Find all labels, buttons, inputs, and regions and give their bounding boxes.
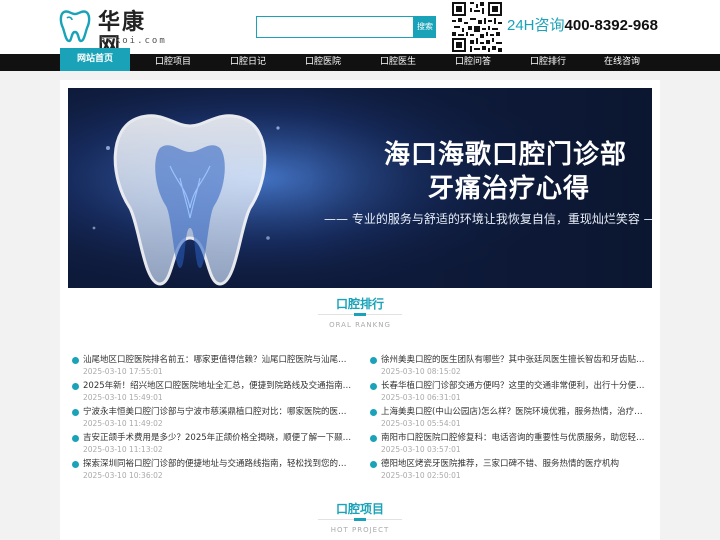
bullet-dot-icon [72, 435, 79, 442]
list-item-title[interactable]: 长春华植口腔门诊部交通方便吗？这里的交通非常便利，出行十分便捷，... [381, 380, 651, 392]
list-item-date: 2025-03-10 08:15:02 [381, 367, 461, 376]
list-item-title[interactable]: 2025年新！绍兴地区口腔医院地址全汇总，便捷到院路线及交通指南，让... [83, 380, 353, 392]
nav-item-online-consult[interactable]: 在线咨询 [582, 54, 662, 71]
logo-domain: hckoi.com [100, 36, 167, 46]
bullet-dot-icon [72, 461, 79, 468]
search-bar: 搜索 [256, 16, 436, 38]
list-item-date: 2025-03-10 10:36:02 [83, 471, 163, 480]
list-item-date: 2025-03-10 02:50:01 [381, 471, 461, 480]
bullet-dot-icon [72, 409, 79, 416]
list-item[interactable]: 上海美奥口腔(中山公园店)怎么样？医院环境优雅，服务热情，治疗结果... 202… [366, 406, 656, 432]
nav-item-oral-qa[interactable]: 口腔问答 [433, 54, 513, 71]
list-item-date: 2025-03-10 15:49:01 [83, 393, 163, 402]
bullet-dot-icon [370, 357, 377, 364]
ranking-section-title[interactable]: 口腔排行 [60, 295, 660, 312]
list-item[interactable]: 汕尾地区口腔医院排名前五：哪家更值得信赖？汕尾口腔医院与汕尾市爱... 2025… [68, 354, 358, 380]
list-item-date: 2025-03-10 11:49:02 [83, 419, 163, 428]
list-item-date: 2025-03-10 11:13:02 [83, 445, 163, 454]
list-item-title[interactable]: 探索深圳同裕口腔门诊部的便捷地址与交通路线指南，轻松找到您的健康... [83, 458, 353, 470]
qr-code-image [452, 2, 502, 52]
list-item[interactable]: 长春华植口腔门诊部交通方便吗？这里的交通非常便利，出行十分便捷，... 2025… [366, 380, 656, 406]
site-logo[interactable]: 华康网 hckoi.com [58, 8, 168, 59]
bullet-dot-icon [72, 383, 79, 390]
list-item-title[interactable]: 宁波永丰恒美口腔门诊部与宁波市慈溪鼎植口腔对比：哪家医院的医生团... [83, 406, 353, 418]
banner-subtitle: 牙痛治疗心得 [428, 174, 591, 204]
bullet-dot-icon [370, 383, 377, 390]
ranking-section-subtitle: ORAL RANKNG [329, 321, 391, 329]
list-item-title[interactable]: 德阳地区烤瓷牙医院推荐，三家口碑不错、服务热情的医疗机构 [381, 458, 651, 470]
hotline-number[interactable]: 400-8392-968 [565, 17, 658, 34]
hotline: 24H咨询400-8392-968 [507, 16, 658, 36]
ranking-list-left: 汕尾地区口腔医院排名前五：哪家更值得信赖？汕尾口腔医院与汕尾市爱... 2025… [68, 354, 358, 484]
list-item[interactable]: 2025年新！绍兴地区口腔医院地址全汇总，便捷到院路线及交通指南，让... 20… [68, 380, 358, 406]
nav-item-home[interactable]: 网站首页 [60, 48, 130, 71]
list-item[interactable]: 宁波永丰恒美口腔门诊部与宁波市慈溪鼎植口腔对比：哪家医院的医生团... 2025… [68, 406, 358, 432]
bullet-dot-icon [370, 435, 377, 442]
list-item-title[interactable]: 徐州美奥口腔的医生团队有哪些？其中张廷凤医生擅长智齿和牙齿贴片，... [381, 354, 651, 366]
nav-item-oral-ranking[interactable]: 口腔排行 [508, 54, 588, 71]
banner-title: 海口海歌口腔门诊部 [384, 140, 628, 170]
project-section-accent [354, 518, 366, 521]
list-item-title[interactable]: 南阳市口腔医院口腔修复科：电话咨询的重要性与优质服务，助您轻松... [381, 432, 651, 444]
list-item[interactable]: 探索深圳同裕口腔门诊部的便捷地址与交通路线指南，轻松找到您的健康... 2025… [68, 458, 358, 484]
ranking-list-right: 徐州美奥口腔的医生团队有哪些？其中张廷凤医生擅长智齿和牙齿贴片，... 2025… [366, 354, 656, 484]
bullet-dot-icon [370, 409, 377, 416]
nav-item-oral-diary[interactable]: 口腔日记 [208, 54, 288, 71]
bullet-dot-icon [72, 357, 79, 364]
site-header: 华康网 hckoi.com 搜索 24H咨询400-8392-968 [0, 0, 720, 59]
banner-slogan: —— 专业的服务与舒适的环境让我恢复自信，重现灿烂笑容 —— [324, 212, 652, 226]
project-section-title[interactable]: 口腔项目 [60, 500, 660, 517]
tooth-logo-icon [59, 10, 91, 43]
list-item[interactable]: 德阳地区烤瓷牙医院推荐，三家口碑不错、服务热情的医疗机构 2025-03-10 … [366, 458, 656, 484]
bullet-dot-icon [370, 461, 377, 468]
list-item-title[interactable]: 吉安正颌手术费用是多少？2025年正颌价格全揭晓，顺便了解一下颞牙槽... [83, 432, 353, 444]
hotline-label: 24H咨询 [507, 17, 565, 34]
list-item-title[interactable]: 上海美奥口腔(中山公园店)怎么样？医院环境优雅，服务热情，治疗结果... [381, 406, 651, 418]
ranking-section-accent [354, 313, 366, 316]
list-item[interactable]: 南阳市口腔医院口腔修复科：电话咨询的重要性与优质服务，助您轻松... 2025-… [366, 432, 656, 458]
list-item[interactable]: 吉安正颌手术费用是多少？2025年正颌价格全揭晓，顺便了解一下颞牙槽... 20… [68, 432, 358, 458]
search-input[interactable] [256, 16, 414, 38]
list-item-date: 2025-03-10 06:31:01 [381, 393, 461, 402]
nav-item-oral-project[interactable]: 口腔项目 [132, 54, 214, 71]
list-item-title[interactable]: 汕尾地区口腔医院排名前五：哪家更值得信赖？汕尾口腔医院与汕尾市爱... [83, 354, 353, 366]
nav-item-oral-doctor[interactable]: 口腔医生 [358, 54, 438, 71]
search-button[interactable]: 搜索 [414, 16, 436, 38]
list-item-date: 2025-03-10 03:57:01 [381, 445, 461, 454]
project-section-subtitle: HOT PROJECT [330, 526, 390, 534]
list-item-date: 2025-03-10 17:55:01 [83, 367, 163, 376]
list-item-date: 2025-03-10 05:54:01 [381, 419, 461, 428]
hero-banner[interactable]: 海口海歌口腔门诊部 牙痛治疗心得 —— 专业的服务与舒适的环境让我恢复自信，重现… [68, 88, 652, 288]
list-item[interactable]: 徐州美奥口腔的医生团队有哪些？其中张廷凤医生擅长智齿和牙齿贴片，... 2025… [366, 354, 656, 380]
main-content: 海口海歌口腔门诊部 牙痛治疗心得 —— 专业的服务与舒适的环境让我恢复自信，重现… [60, 80, 660, 540]
nav-item-oral-hospital[interactable]: 口腔医院 [283, 54, 363, 71]
